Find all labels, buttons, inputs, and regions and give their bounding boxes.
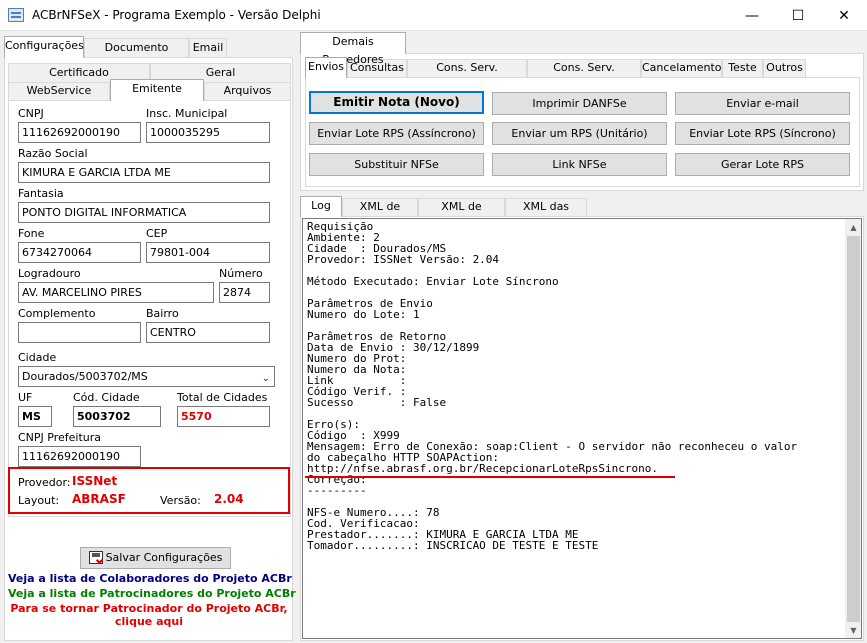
provedor-label: Provedor: <box>18 476 71 489</box>
salvar-configuracoes-button[interactable]: Salvar Configurações <box>80 547 231 569</box>
salvar-configuracoes-label: Salvar Configurações <box>105 551 223 564</box>
razao-social-label: Razão Social <box>18 147 88 160</box>
scroll-thumb[interactable] <box>847 236 860 622</box>
emitir-nota-button[interactable]: Emitir Nota (Novo) <box>309 91 484 114</box>
colaboradores-link[interactable]: Veja a lista de Colaboradores do Projeto… <box>8 572 292 585</box>
logradouro-field[interactable]: AV. MARCELINO PIRES <box>18 282 214 303</box>
tab-documento-auxiliar[interactable]: Documento Auxiliar <box>84 38 189 72</box>
scroll-up-icon[interactable]: ▲ <box>845 219 861 236</box>
tab-cons-serv-prestados[interactable]: Cons. Serv. Prestados <box>407 59 527 90</box>
cep-field[interactable]: 79801-004 <box>146 242 270 263</box>
tab-configuracoes[interactable]: Configurações <box>4 36 84 58</box>
complemento-field[interactable] <box>18 322 141 343</box>
logradouro-label: Logradouro <box>18 267 81 280</box>
log-scrollbar[interactable]: ▲ ▼ <box>845 219 861 638</box>
tab-arquivos[interactable]: Arquivos <box>204 82 291 100</box>
app-icon <box>8 8 24 22</box>
title-bar: ACBrNFSeX - Programa Exemplo - Versão De… <box>0 0 867 31</box>
patrocinadores-link[interactable]: Veja a lista de Patrocinadores do Projet… <box>8 587 296 600</box>
tab-envios[interactable]: Envios <box>305 57 347 78</box>
enviar-email-button[interactable]: Enviar e-mail <box>675 92 850 115</box>
cnpj-prefeitura-label: CNPJ Prefeitura <box>18 431 102 444</box>
numero-field[interactable]: 2874 <box>219 282 270 303</box>
log-content: Requisição Ambiente: 2 Cidade : Dourados… <box>307 220 798 552</box>
cep-label: CEP <box>146 227 168 240</box>
tab-cons-serv-tomados[interactable]: Cons. Serv. Tomados <box>527 59 641 90</box>
minimize-button[interactable]: — <box>729 0 775 31</box>
insc-municipal-field[interactable]: 1000035295 <box>146 122 270 143</box>
chevron-down-icon: ⌄ <box>261 373 270 384</box>
tab-demais-provedores[interactable]: Demais Provedores <box>300 32 406 66</box>
window-title: ACBrNFSeX - Programa Exemplo - Versão De… <box>32 8 321 22</box>
error-underline <box>305 476 675 478</box>
clique-aqui-link[interactable]: clique aqui <box>8 615 290 628</box>
cod-cidade-field[interactable]: 5003702 <box>73 406 161 427</box>
layout-label: Layout: <box>18 494 60 507</box>
tab-teste[interactable]: Teste <box>722 59 763 77</box>
tab-xml-envio[interactable]: XML de Envio <box>342 198 418 229</box>
tab-xml-retorno[interactable]: XML de Retorno <box>418 198 505 229</box>
fantasia-label: Fantasia <box>18 187 64 200</box>
log-textarea[interactable]: Requisição Ambiente: 2 Cidade : Dourados… <box>302 218 862 639</box>
link-nfse-button[interactable]: Link NFSe <box>492 153 667 176</box>
numero-label: Número <box>219 267 263 280</box>
fone-field[interactable]: 6734270064 <box>18 242 141 263</box>
scroll-down-icon[interactable]: ▼ <box>845 622 861 638</box>
tab-emitente[interactable]: Emitente <box>110 79 204 101</box>
bairro-label: Bairro <box>146 307 179 320</box>
substituir-nfse-button[interactable]: Substituir NFSe <box>309 153 484 176</box>
cod-cidade-label: Cód. Cidade <box>73 391 140 404</box>
maximize-button[interactable]: ☐ <box>775 0 821 31</box>
close-button[interactable]: ✕ <box>821 0 867 31</box>
imprimir-danfse-button[interactable]: Imprimir DANFSe <box>492 92 667 115</box>
versao-value: 2.04 <box>214 492 244 506</box>
provider-info-box: Provedor: ISSNet Layout: ABRASF Versão: … <box>8 467 290 514</box>
save-icon <box>88 551 103 565</box>
gerar-lote-rps-button[interactable]: Gerar Lote RPS <box>675 153 850 176</box>
cnpj-label: CNPJ <box>18 107 44 120</box>
tab-webservice[interactable]: WebService <box>8 82 110 100</box>
tab-xml-notas[interactable]: XML das Notas <box>505 198 587 229</box>
tab-email[interactable]: Email <box>189 38 227 58</box>
cidade-select[interactable]: Dourados/5003702/MS ⌄ <box>18 366 275 387</box>
cnpj-prefeitura-field[interactable]: 11162692000190 <box>18 446 141 467</box>
versao-label: Versão: <box>160 494 201 507</box>
uf-field[interactable]: MS <box>18 406 52 427</box>
total-cidades-label: Total de Cidades <box>177 391 268 404</box>
layout-value: ABRASF <box>72 492 126 506</box>
enviar-um-rps-button[interactable]: Enviar um RPS (Unitário) <box>492 122 667 145</box>
uf-label: UF <box>18 391 33 404</box>
enviar-lote-async-button[interactable]: Enviar Lote RPS (Assíncrono) <box>309 122 484 145</box>
total-cidades-field[interactable]: 5570 <box>177 406 270 427</box>
razao-social-field[interactable]: KIMURA E GARCIA LTDA ME <box>18 162 270 183</box>
tab-cancelamento[interactable]: Cancelamento <box>641 59 722 77</box>
tab-log[interactable]: Log <box>300 196 342 217</box>
tab-outros[interactable]: Outros <box>763 59 806 77</box>
cidade-select-value: Dourados/5003702/MS <box>22 370 148 383</box>
tornar-patrocinador-link[interactable]: Para se tornar Patrocinador do Projeto A… <box>8 602 290 615</box>
cidade-label: Cidade <box>18 351 57 364</box>
bairro-field[interactable]: CENTRO <box>146 322 270 343</box>
fantasia-field[interactable]: PONTO DIGITAL INFORMATICA <box>18 202 270 223</box>
insc-municipal-label: Insc. Municipal <box>146 107 228 120</box>
complemento-label: Complemento <box>18 307 96 320</box>
provedor-value: ISSNet <box>72 474 118 488</box>
fone-label: Fone <box>18 227 45 240</box>
cnpj-field[interactable]: 11162692000190 <box>18 122 141 143</box>
enviar-lote-sync-button[interactable]: Enviar Lote RPS (Síncrono) <box>675 122 850 145</box>
